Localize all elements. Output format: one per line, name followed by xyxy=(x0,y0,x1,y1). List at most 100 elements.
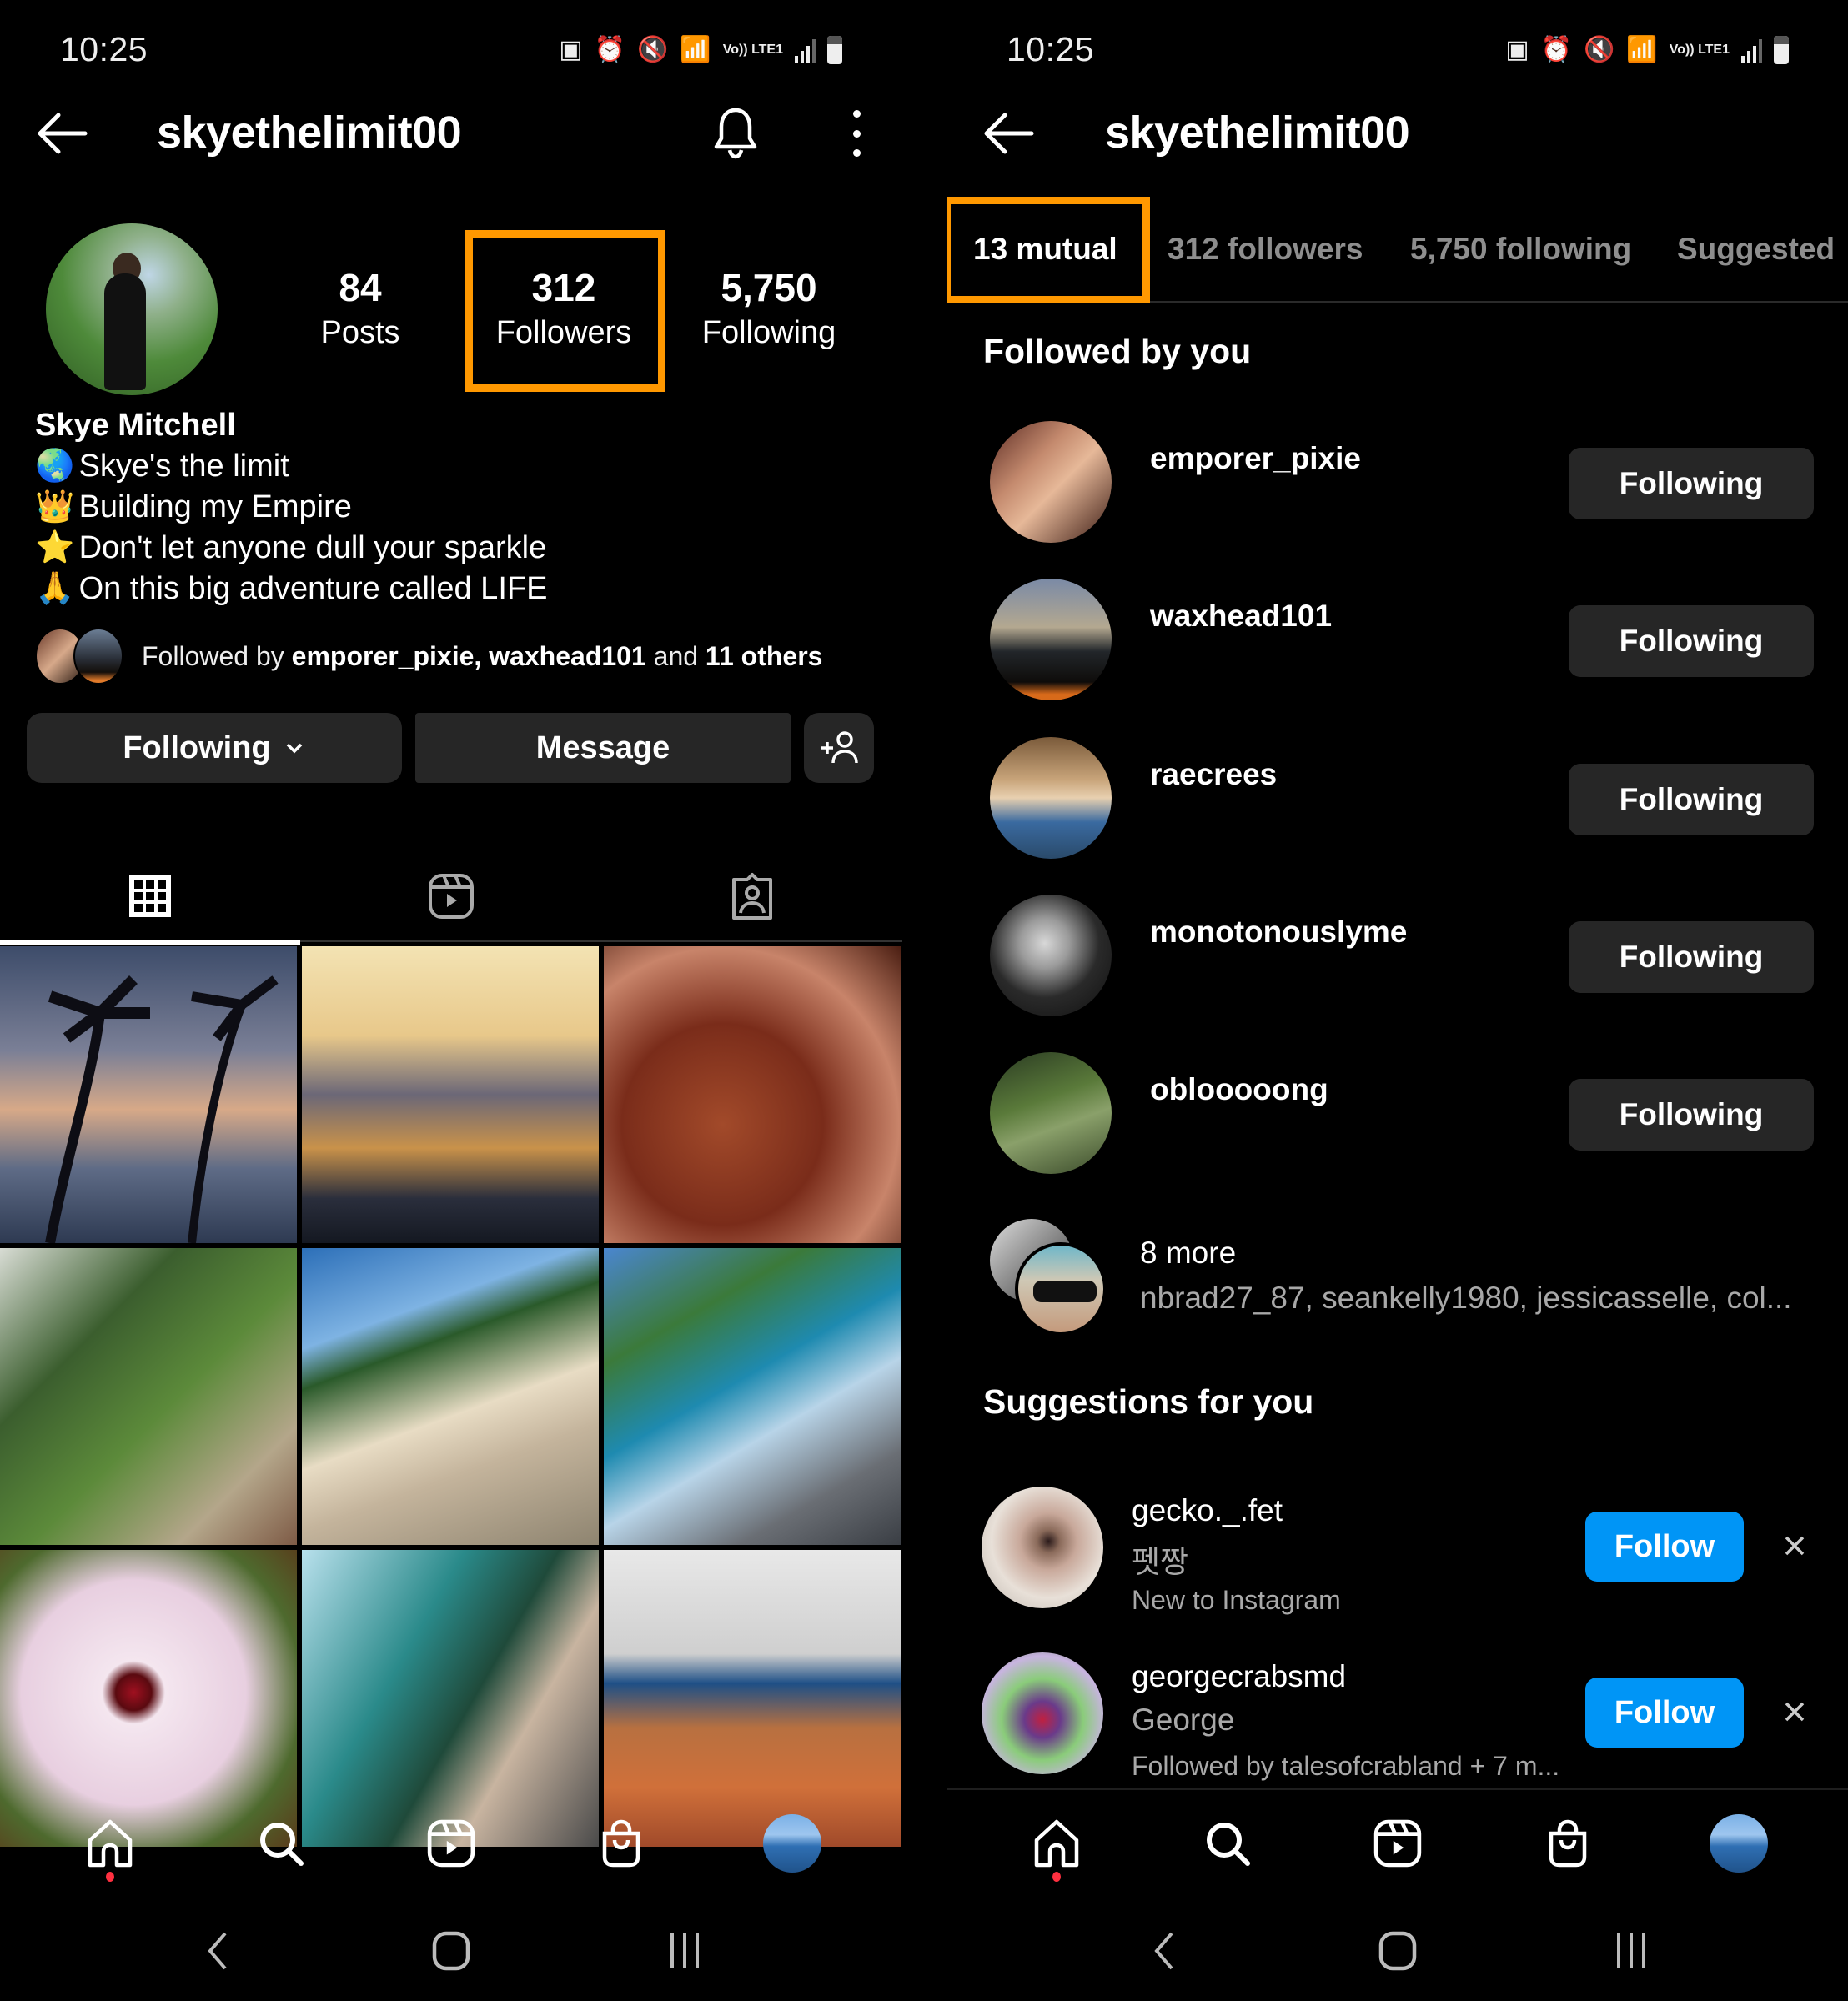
message-button[interactable]: Message xyxy=(415,713,791,783)
notifications-bell-button[interactable] xyxy=(711,105,761,160)
follow-list-header: skyethelimit00 xyxy=(947,100,1848,167)
username: waxhead101 xyxy=(1150,599,1333,633)
following-button[interactable]: Following xyxy=(1569,605,1814,677)
post-thumbnail[interactable] xyxy=(0,1248,297,1545)
tab-posts-grid[interactable] xyxy=(0,850,300,945)
tagged-person-icon xyxy=(732,873,772,920)
tab-tagged[interactable] xyxy=(602,850,902,942)
profile-header: skyethelimit00 xyxy=(0,100,902,167)
nav-profile[interactable] xyxy=(759,1810,826,1877)
profile-username: skyethelimit00 xyxy=(157,108,462,158)
profile-content-tabs xyxy=(0,850,902,945)
system-nav-bar xyxy=(0,1918,902,1984)
nav-profile[interactable] xyxy=(1705,1810,1772,1877)
battery-saver-icon: ▣ xyxy=(1505,36,1529,63)
user-avatar xyxy=(990,1052,1112,1174)
following-dropdown-button[interactable]: Following xyxy=(27,713,402,783)
suggestion-context: New to Instagram xyxy=(1132,1585,1341,1615)
dismiss-suggestion-button[interactable] xyxy=(1774,1689,1815,1734)
back-button[interactable] xyxy=(980,108,1038,158)
add-person-icon xyxy=(821,731,858,764)
bell-icon xyxy=(714,108,757,159)
profile-avatar-small xyxy=(1709,1813,1768,1873)
wifi-icon: 📶 xyxy=(1626,36,1658,63)
username: monotonouslyme xyxy=(1150,915,1408,949)
status-time: 10:25 xyxy=(1007,30,1095,68)
mutual-user-row[interactable]: raecrees Following xyxy=(947,737,1848,862)
nav-home[interactable] xyxy=(1023,1810,1090,1882)
post-thumbnail[interactable] xyxy=(302,1248,599,1545)
post-thumbnail[interactable] xyxy=(302,946,599,1243)
following-button[interactable]: Following xyxy=(1569,1079,1814,1151)
bottom-nav xyxy=(947,1793,1848,1893)
more-options-button[interactable] xyxy=(844,110,869,157)
post-thumbnail[interactable] xyxy=(604,1248,901,1545)
posts-stat[interactable]: 84 Posts xyxy=(269,265,452,351)
chevron-down-icon xyxy=(286,743,302,754)
mutual-followers-link[interactable]: Followed by emporer_pixie, waxhead101 an… xyxy=(35,627,822,685)
shopping-bag-icon xyxy=(603,1819,640,1867)
posts-count: 84 xyxy=(339,266,382,309)
profile-screen: 10:25 ▣ ⏰ 🔇 📶 Vo)) LTE1 skyethelimit00 8… xyxy=(0,0,902,2001)
suggested-user-row[interactable]: gecko._.fet 펫짱 New to Instagram Follow xyxy=(947,1487,1848,1620)
battery-icon xyxy=(1774,36,1789,64)
tab-reels[interactable] xyxy=(301,850,601,942)
profile-username: skyethelimit00 xyxy=(1105,108,1410,158)
suggested-user-row[interactable]: georgecrabsmd George Followed by talesof… xyxy=(947,1652,1848,1786)
alarm-icon: ⏰ xyxy=(1540,36,1572,63)
following-button[interactable]: Following xyxy=(1569,921,1814,993)
status-icons: ▣ ⏰ 🔇 📶 Vo)) LTE1 xyxy=(559,33,842,67)
mutual-followers-screen: 10:25 ▣ ⏰ 🔇 📶 Vo)) LTE1 skyethelimit00 1… xyxy=(947,0,1848,2001)
user-avatar xyxy=(990,421,1112,543)
dismiss-suggestion-button[interactable] xyxy=(1774,1523,1815,1568)
tab-followers[interactable]: 312 followers xyxy=(1168,197,1363,301)
full-name: George xyxy=(1132,1703,1235,1737)
system-home-button[interactable] xyxy=(1368,1922,1427,1980)
suggest-users-button[interactable] xyxy=(804,713,874,783)
username: gecko._.fet xyxy=(1132,1493,1283,1527)
following-label: Following xyxy=(701,315,836,350)
following-button[interactable]: Following xyxy=(1569,448,1814,519)
nav-search[interactable] xyxy=(248,1810,314,1877)
user-avatar xyxy=(982,1652,1103,1774)
system-back-button[interactable] xyxy=(1135,1922,1193,1980)
mutual-user-row[interactable]: waxhead101 Following xyxy=(947,579,1848,704)
status-icons: ▣ ⏰ 🔇 📶 Vo)) LTE1 xyxy=(1505,33,1789,67)
follow-button[interactable]: Follow xyxy=(1585,1512,1744,1582)
nav-shop[interactable] xyxy=(1534,1810,1601,1877)
following-button[interactable]: Following xyxy=(1569,764,1814,835)
mutual-user-row[interactable]: emporer_pixie Following xyxy=(947,421,1848,546)
user-avatar xyxy=(1015,1242,1107,1336)
status-bar: 10:25 ▣ ⏰ 🔇 📶 Vo)) LTE1 xyxy=(0,25,902,75)
post-thumbnail[interactable] xyxy=(604,946,901,1243)
nav-reels[interactable] xyxy=(1364,1810,1431,1877)
close-icon xyxy=(1785,1702,1805,1722)
follow-button[interactable]: Follow xyxy=(1585,1678,1744,1748)
nav-reels[interactable] xyxy=(418,1810,485,1877)
bio-line: 🌏 Skye's the limit xyxy=(35,446,547,487)
profile-avatar-small xyxy=(762,1813,821,1873)
tab-following[interactable]: 5,750 following xyxy=(1410,197,1631,301)
system-home-button[interactable] xyxy=(422,1922,480,1980)
status-time: 10:25 xyxy=(60,30,148,68)
back-button[interactable] xyxy=(33,108,92,158)
posts-label: Posts xyxy=(320,315,400,350)
followers-highlight-box xyxy=(465,230,665,392)
system-recents-button[interactable] xyxy=(1602,1922,1660,1980)
post-thumbnail[interactable] xyxy=(0,946,297,1243)
nav-search[interactable] xyxy=(1194,1810,1261,1877)
system-back-button[interactable] xyxy=(188,1922,247,1980)
mutual-user-row[interactable]: monotonouslyme Following xyxy=(947,895,1848,1020)
system-recents-button[interactable] xyxy=(655,1922,714,1980)
nav-home[interactable] xyxy=(77,1810,143,1882)
tab-suggested[interactable]: Suggested xyxy=(1677,197,1835,301)
notification-dot xyxy=(1052,1871,1062,1882)
mutual-tab-highlight-box xyxy=(947,197,1150,303)
following-stat[interactable]: 5,750 Following xyxy=(677,265,861,351)
profile-avatar[interactable] xyxy=(46,223,218,395)
mute-icon: 🔇 xyxy=(636,36,669,63)
home-square-icon xyxy=(1378,1931,1417,1971)
nav-shop[interactable] xyxy=(588,1810,655,1877)
mutual-user-row[interactable]: oblooooong Following xyxy=(947,1052,1848,1177)
more-mutuals-row[interactable]: 8 more nbrad27_87, seankelly1980, jessic… xyxy=(947,1219,1848,1336)
